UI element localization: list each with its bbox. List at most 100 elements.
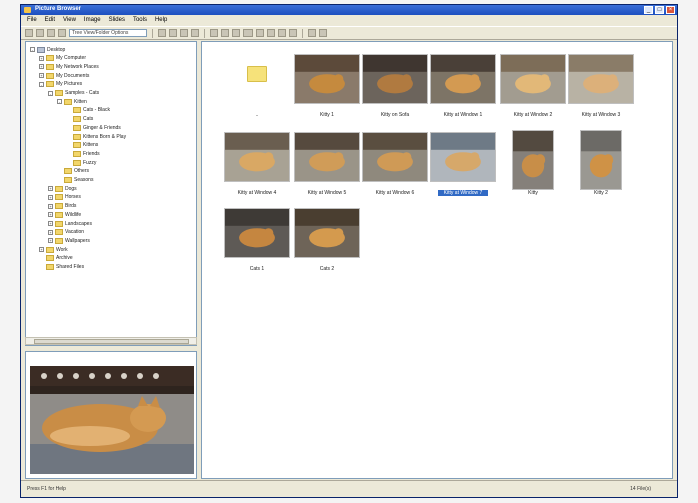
tree-item[interactable]: + Work [39, 246, 68, 253]
thumbnail-item[interactable]: Kitty at Window 6 [362, 132, 428, 202]
thumbnail-item[interactable]: Kitty at Window 4 [224, 132, 290, 202]
tree-item[interactable]: + Dogs [48, 185, 77, 192]
close-button[interactable]: × [666, 6, 675, 14]
tree-item[interactable]: Cats [66, 116, 93, 123]
menu-view[interactable]: View [63, 17, 76, 23]
menu-edit[interactable]: Edit [45, 17, 55, 23]
expand-icon[interactable]: + [39, 64, 44, 70]
title-bar[interactable]: Picture Browser _ □ × [21, 5, 677, 15]
tree-item[interactable]: Ginger & Friends [66, 124, 121, 131]
tree-item[interactable]: - My Pictures [39, 81, 82, 88]
thumbnail-label: Cats 1 [249, 266, 265, 272]
collapse-icon[interactable]: - [57, 99, 62, 105]
scrollbar-thumb[interactable] [34, 339, 189, 344]
tree-item[interactable]: Seasons [57, 177, 93, 184]
expand-icon[interactable]: + [48, 203, 53, 209]
collapse-icon[interactable]: - [30, 47, 35, 52]
thumbnail-item[interactable]: Kitty at Window 1 [430, 54, 496, 124]
expand-icon[interactable]: + [48, 186, 53, 192]
expand-icon[interactable]: + [39, 55, 44, 61]
tree-item[interactable]: Shared Files [39, 264, 84, 271]
thumbnail-item[interactable]: Cats 2 [294, 208, 360, 278]
thumbnail-frame [580, 130, 622, 190]
tree-item[interactable]: + Horses [48, 194, 81, 201]
tree-item[interactable]: + Wildlife [48, 211, 81, 218]
thumbnail-frame [294, 132, 360, 182]
thumbnail-view[interactable]: .. Kitty 1 Kitty on Sofa Kitty at Window 1 K… [201, 41, 673, 479]
view-list-icon[interactable] [221, 29, 229, 37]
desktop-icon [37, 46, 45, 53]
cut-icon[interactable] [158, 29, 166, 37]
tree-item[interactable]: + Birds [48, 203, 76, 210]
refresh-icon[interactable] [58, 29, 66, 37]
thumbnail-item[interactable]: Kitty at Window 3 [568, 54, 634, 124]
tree-item[interactable]: Archive [39, 255, 73, 262]
email-icon[interactable] [308, 29, 316, 37]
collapse-icon[interactable]: - [48, 90, 53, 96]
tree-item-label: Fuzzy [83, 159, 97, 166]
thumbnail-item[interactable]: Kitty at Window 5 [294, 132, 360, 202]
tree-item[interactable]: + Wallpapers [48, 237, 90, 244]
thumbnail-item[interactable]: Kitty at Window 7 [430, 132, 496, 202]
folder-icon [73, 133, 81, 140]
up-folder-icon[interactable] [47, 29, 55, 37]
tree-item-label: Birds [65, 203, 77, 210]
thumbnail-item[interactable]: Kitty 2 [568, 130, 634, 202]
cat-photo [431, 133, 495, 181]
collapse-icon[interactable]: - [39, 81, 44, 87]
menu-image[interactable]: Image [84, 17, 101, 23]
expand-icon[interactable]: + [48, 194, 53, 200]
folder-icon [46, 63, 54, 70]
forward-icon[interactable] [36, 29, 44, 37]
tree-item[interactable]: Friends [66, 150, 100, 157]
tree-item[interactable]: + Vacation [48, 229, 84, 236]
tree-item-label: Cats - Black [83, 107, 110, 114]
thumbnail-item[interactable]: Kitty on Sofa [362, 54, 428, 124]
tree-item[interactable]: - Desktop [30, 46, 65, 53]
tree-item[interactable]: Kittens [66, 142, 98, 149]
undo-icon[interactable] [191, 29, 199, 37]
zoom-out-icon[interactable] [289, 29, 297, 37]
view-details-icon[interactable] [232, 29, 240, 37]
thumbnail-item[interactable]: Cats 1 [224, 208, 290, 278]
expand-icon[interactable]: + [48, 212, 53, 218]
expand-icon[interactable]: + [48, 238, 53, 244]
menu-file[interactable]: File [27, 17, 37, 23]
menu-help[interactable]: Help [155, 17, 167, 23]
thumbnail-item[interactable]: Kitty at Window 2 [500, 54, 566, 124]
tree-item[interactable]: Fuzzy [66, 159, 96, 166]
expand-icon[interactable]: + [39, 247, 44, 253]
minimize-button[interactable]: _ [644, 6, 653, 14]
tree-item[interactable]: Kittens Born & Play [66, 133, 126, 140]
thumbnail-item[interactable]: Kitty [500, 130, 566, 202]
copy-icon[interactable] [169, 29, 177, 37]
address-field[interactable]: Tree View/Folder Options [69, 29, 147, 37]
tree-item[interactable]: Others [57, 168, 89, 175]
expand-icon[interactable]: + [48, 229, 53, 235]
thumbnail-item[interactable]: Kitty 1 [294, 54, 360, 124]
menu-slides[interactable]: Slides [109, 17, 125, 23]
tree-item[interactable]: Cats - Black [66, 107, 110, 114]
maximize-button[interactable]: □ [655, 6, 664, 14]
rotate-left-icon[interactable] [256, 29, 264, 37]
paste-icon[interactable] [180, 29, 188, 37]
tree-item[interactable]: + Landscapes [48, 220, 92, 227]
back-icon[interactable] [25, 29, 33, 37]
slideshow-icon[interactable] [243, 29, 253, 37]
tree-item[interactable]: - Samples - Cats [48, 90, 99, 97]
tree-item[interactable]: + My Documents [39, 72, 89, 79]
tree-item[interactable]: + My Computer [39, 55, 86, 62]
menu-tools[interactable]: Tools [133, 17, 147, 23]
view-thumbnails-icon[interactable] [210, 29, 218, 37]
zoom-in-icon[interactable] [278, 29, 286, 37]
tree-horizontal-scrollbar[interactable] [25, 337, 197, 345]
thumbnail-frame [430, 54, 496, 104]
expand-icon[interactable]: + [48, 221, 53, 226]
folder-tree[interactable]: - Desktop + My Computer + My Network Places + M… [25, 41, 197, 346]
tree-item[interactable]: - Kitten [57, 98, 87, 105]
parent-folder-item[interactable]: .. [224, 54, 290, 124]
print-icon[interactable] [319, 29, 327, 37]
rotate-right-icon[interactable] [267, 29, 275, 37]
expand-icon[interactable]: + [39, 73, 44, 79]
tree-item[interactable]: + My Network Places [39, 63, 99, 70]
